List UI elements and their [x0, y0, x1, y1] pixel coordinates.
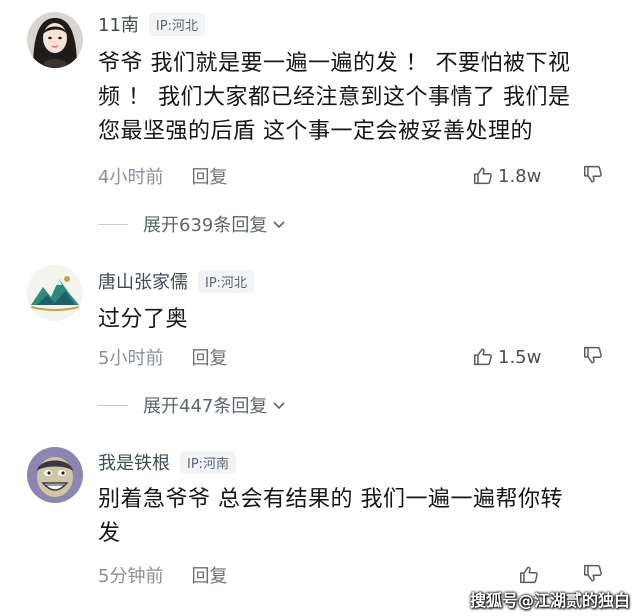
comment-item: 我是铁根 IP:河南 别着急爷爷 总会有结果的 我们一遍一遍帮你转 发 5分钟前…	[0, 0, 640, 616]
comment-list: 11南 IP:河北 爷爷 我们就是要一遍一遍的发 ！ 不要怕被下视 频 ！ 我们…	[0, 0, 640, 616]
dislike-button[interactable]	[582, 562, 604, 589]
avatar[interactable]	[27, 447, 83, 503]
thumbs-up-icon	[520, 566, 538, 584]
comment-time: 5分钟前	[98, 566, 164, 587]
username[interactable]: 我是铁根	[98, 449, 170, 475]
watermark: 搜狐号@江湖贰的独白	[470, 591, 631, 610]
like-button[interactable]	[518, 564, 540, 586]
reply-button[interactable]: 回复	[191, 562, 227, 588]
thumbs-down-icon	[584, 564, 602, 582]
ip-location-badge: IP:河南	[180, 450, 237, 474]
comment-text: 别着急爷爷 总会有结果的 我们一遍一遍帮你转 发	[98, 487, 563, 546]
